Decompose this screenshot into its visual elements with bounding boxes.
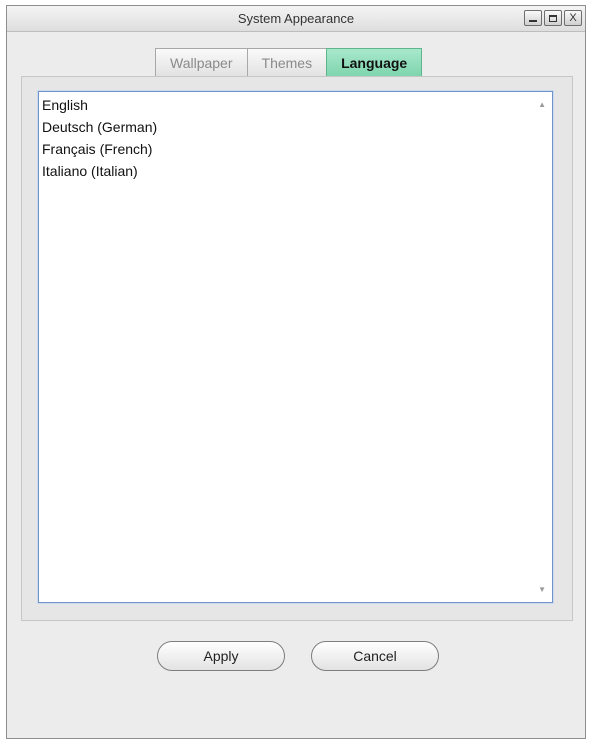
list-item-italian[interactable]: Italiano (Italian) (42, 160, 157, 182)
language-panel: English Deutsch (German) Français (Frenc… (21, 76, 573, 621)
window-title: System Appearance (237, 11, 355, 26)
close-button[interactable]: X (564, 10, 582, 26)
tab-bar: Wallpaper Themes Language (155, 48, 423, 77)
tab-wallpaper[interactable]: Wallpaper (155, 48, 248, 77)
close-icon: X (569, 11, 577, 24)
apply-button[interactable]: Apply (157, 641, 285, 671)
window-controls: X (524, 10, 582, 26)
maximize-button[interactable] (544, 10, 562, 26)
tab-themes[interactable]: Themes (246, 48, 328, 77)
list-item-english[interactable]: English (42, 94, 157, 116)
scroll-up-icon[interactable]: ▲ (538, 100, 546, 109)
title-bar[interactable]: System Appearance X (7, 6, 585, 32)
minimize-icon (529, 20, 537, 22)
language-list[interactable]: English Deutsch (German) Français (Frenc… (38, 91, 553, 603)
maximize-icon (549, 14, 557, 22)
cancel-button[interactable]: Cancel (311, 641, 439, 671)
tab-language[interactable]: Language (326, 48, 423, 77)
list-item-french[interactable]: Français (French) (42, 138, 157, 160)
system-appearance-window: System Appearance X Wallpaper Themes Lan… (6, 5, 586, 739)
list-item-german[interactable]: Deutsch (German) (42, 116, 157, 138)
language-items: English Deutsch (German) Français (Frenc… (42, 94, 157, 182)
minimize-button[interactable] (524, 10, 542, 26)
scroll-down-icon[interactable]: ▼ (538, 585, 546, 594)
